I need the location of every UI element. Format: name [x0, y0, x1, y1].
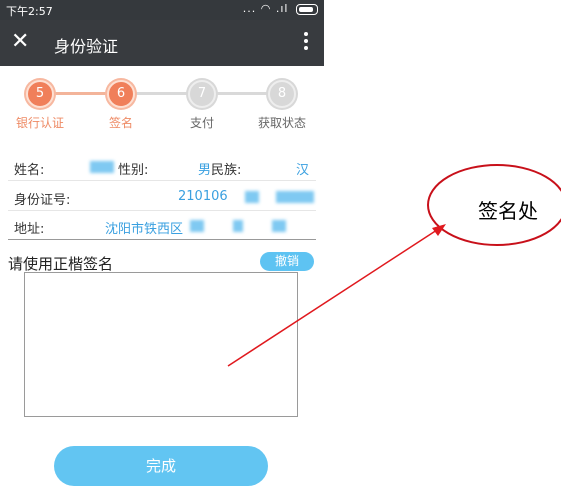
address-label: 地址:	[14, 222, 45, 237]
id-label: 身份证号:	[14, 193, 71, 208]
redacted-id	[276, 191, 314, 203]
step-label-bank: 银行认证	[15, 116, 64, 130]
info-row-address: 地址: 沈阳市铁西区	[8, 212, 316, 240]
ethnicity-value: 汉	[296, 163, 310, 178]
step-label-status: 获取状态	[257, 116, 306, 130]
signature-prompt: 请使用正楷签名	[8, 255, 114, 273]
step-5-circle: 5	[26, 80, 54, 108]
step-connector	[134, 92, 188, 95]
address-value: 沈阳市铁西区	[105, 222, 184, 237]
page-title: 身份验证	[54, 37, 119, 56]
redacted-address	[233, 220, 243, 232]
more-vertical-icon[interactable]	[304, 32, 308, 53]
phone-screen: 下午2:57 ... ◠ .ıl ✕ 身份验证 5 6 7 8 银行认证 签名 …	[0, 0, 324, 491]
status-time: 下午2:57	[6, 5, 53, 18]
step-8-circle: 8	[268, 80, 296, 108]
name-label: 姓名:	[14, 163, 45, 178]
title-bar: ✕ 身份验证	[0, 20, 324, 66]
redacted-address	[272, 220, 286, 232]
divider	[8, 180, 316, 181]
status-icons: ... ◠ .ıl	[243, 2, 318, 15]
callout-text: 签名处	[478, 199, 538, 223]
step-6-circle: 6	[107, 80, 135, 108]
id-value: 210106	[178, 189, 228, 204]
redacted-id	[245, 191, 259, 203]
step-connector	[214, 92, 268, 95]
signature-pad[interactable]	[24, 272, 298, 417]
info-row-id: 身份证号: 210106	[8, 183, 316, 211]
redacted-address	[190, 220, 204, 232]
step-7-circle: 7	[188, 80, 216, 108]
status-bar: 下午2:57 ... ◠ .ıl	[0, 0, 324, 20]
arrow-head	[432, 224, 446, 236]
step-label-pay: 支付	[189, 116, 214, 130]
redacted-name	[90, 161, 114, 173]
divider	[8, 210, 316, 211]
battery-icon	[296, 3, 318, 15]
info-row-name: 姓名: 性别: 男 民族: 汉	[8, 153, 316, 181]
step-connector	[54, 92, 108, 95]
undo-button[interactable]: 撤销	[260, 252, 314, 271]
step-label-sign: 签名	[108, 116, 133, 130]
gender-value: 男	[198, 163, 212, 178]
gender-label: 性别:	[118, 163, 149, 178]
progress-steps: 5 6 7 8 银行认证 签名 支付 获取状态	[0, 66, 324, 136]
divider	[8, 239, 316, 240]
signal-wifi-icon: ... ◠ .ıl	[242, 2, 289, 15]
done-button[interactable]: 完成	[54, 446, 268, 486]
close-icon[interactable]: ✕	[11, 29, 29, 55]
ethnicity-label: 民族:	[211, 163, 242, 178]
